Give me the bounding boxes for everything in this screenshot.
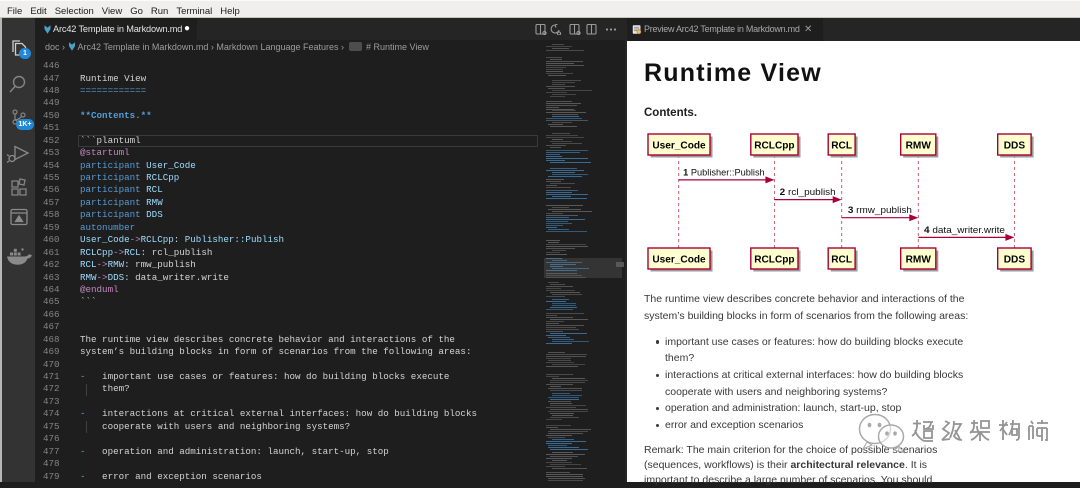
svg-text:4 data_writer.write: 4 data_writer.write [924,225,1005,235]
svg-text:User_Code: User_Code [652,255,706,266]
svg-text:3 rmw_publish: 3 rmw_publish [848,205,912,215]
svg-text:RMW: RMW [906,255,932,266]
svg-text:RCL: RCL [831,255,852,266]
svg-text:User_Code: User_Code [652,141,706,152]
svg-text:DDS: DDS [1004,141,1026,152]
svg-text:RCLCpp: RCLCpp [754,255,794,266]
svg-text:RMW: RMW [906,141,932,152]
svg-text:RCLCpp: RCLCpp [754,141,794,152]
svg-text:DDS: DDS [1004,255,1026,266]
svg-text:1 Publisher::Publish: 1 Publisher::Publish [683,167,765,177]
svg-text:RCL: RCL [831,141,852,152]
svg-text:2 rcl_publish: 2 rcl_publish [780,187,836,197]
